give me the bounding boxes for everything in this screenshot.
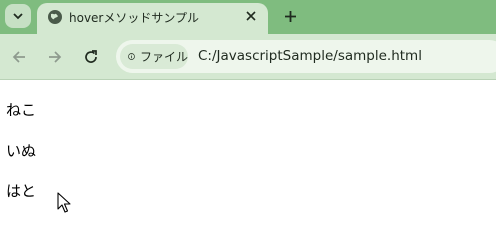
reload-icon [85, 50, 97, 63]
close-icon [246, 11, 256, 21]
toolbar: ファイル C:/JavascriptSample/sample.html [0, 34, 496, 80]
forward-button[interactable] [44, 46, 66, 68]
new-tab-button[interactable] [279, 5, 301, 27]
arrow-left-icon [12, 51, 25, 63]
list-item[interactable]: ねこ [6, 99, 36, 120]
url-text[interactable]: C:/JavascriptSample/sample.html [198, 48, 422, 64]
mouse-pointer-icon [57, 192, 71, 213]
tab-strip: hoverメソッドサンプル [0, 0, 496, 34]
address-bar[interactable]: ファイル C:/JavascriptSample/sample.html [116, 40, 496, 73]
list-item[interactable]: はと [6, 180, 36, 201]
tab-search-button[interactable] [5, 4, 31, 28]
tab-title: hoverメソッドサンプル [69, 11, 200, 25]
globe-icon [48, 10, 62, 24]
reload-button[interactable] [80, 46, 102, 68]
tab-close-button[interactable] [242, 7, 260, 25]
list-item[interactable]: いぬ [6, 140, 36, 161]
page-content: ねこ いぬ はと [0, 81, 496, 235]
plus-icon [284, 10, 296, 22]
site-chip-label: ファイル [139, 50, 188, 64]
info-icon [128, 53, 135, 60]
arrow-right-icon [49, 51, 62, 63]
site-info-chip[interactable]: ファイル [120, 44, 188, 69]
back-button[interactable] [8, 46, 30, 68]
tab-active[interactable]: hoverメソッドサンプル [37, 3, 268, 34]
chevron-down-icon [13, 13, 23, 20]
